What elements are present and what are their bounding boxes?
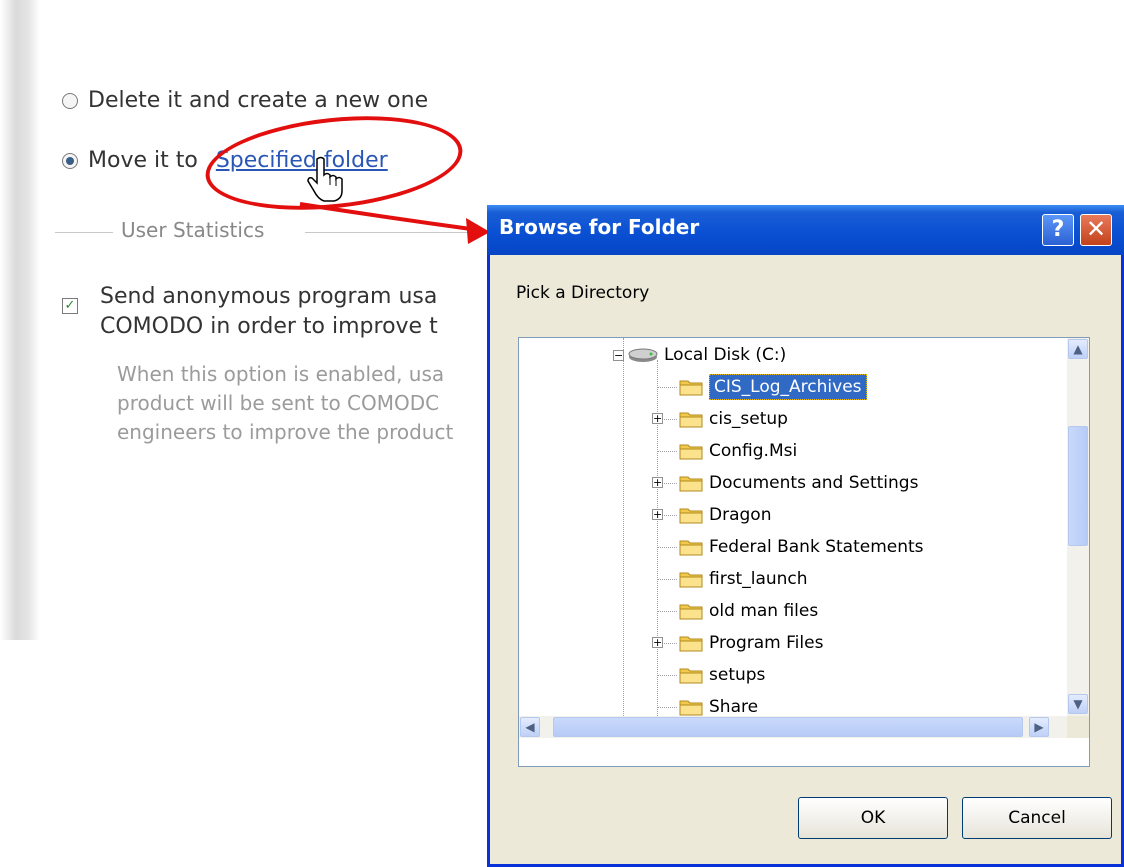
send-stats-line2: COMODO in order to improve t [100, 314, 438, 339]
tree-node-label: setups [709, 665, 766, 685]
tree-guide-connector [657, 579, 677, 580]
expand-icon[interactable]: + [652, 477, 663, 488]
send-stats-text: Send anonymous program usa COMODO in ord… [100, 282, 438, 342]
tree-guide-connector [657, 675, 677, 676]
tree-node-label: Local Disk (C:) [664, 345, 787, 365]
delete-option-row[interactable]: Delete it and create a new one [62, 88, 428, 113]
tree-node-label: cis_setup [709, 409, 788, 429]
tree-node-folder[interactable]: first_launch [679, 564, 808, 594]
help-button[interactable]: ? [1042, 214, 1074, 246]
tree-guide-connector [657, 611, 677, 612]
folder-icon [679, 604, 703, 620]
tree-guide-connector [657, 387, 677, 388]
folder-icon [679, 476, 703, 492]
close-button[interactable]: ✕ [1080, 214, 1112, 246]
folder-tree-viewport: − Local Disk (C:) CIS_Log_Archives + cis_s… [519, 338, 1067, 716]
scroll-corner [1067, 716, 1089, 738]
tree-node-folder[interactable]: Federal Bank Statements [679, 532, 924, 562]
desc-line2: product will be sent to COMODC [117, 391, 440, 415]
browse-for-folder-dialog: Browse for Folder ? ✕ Pick a Directory −… [487, 205, 1124, 867]
tree-node-folder[interactable]: + Program Files [652, 628, 824, 658]
folder-icon [679, 636, 703, 652]
tree-node-label: Federal Bank Statements [709, 537, 924, 557]
move-radio[interactable] [62, 152, 78, 169]
tree-node-label: old man files [709, 601, 819, 621]
folder-tree[interactable]: − Local Disk (C:) CIS_Log_Archives + cis_s… [518, 337, 1090, 767]
folder-icon [679, 412, 703, 428]
expand-icon[interactable]: + [652, 637, 663, 648]
log-size-input[interactable]: 20 [372, 6, 487, 48]
tree-node-folder[interactable]: Share [679, 692, 758, 716]
tree-node-folder[interactable]: CIS_Log_Archives [679, 372, 867, 402]
folder-icon [679, 444, 703, 460]
delete-radio[interactable] [62, 92, 78, 109]
folder-icon [679, 572, 703, 588]
stats-description: When this option is enabled, usa product… [117, 360, 453, 447]
folder-icon [679, 668, 703, 684]
expand-icon[interactable]: + [652, 509, 663, 520]
collapse-icon[interactable]: − [613, 349, 624, 361]
section-divider-right [305, 232, 495, 233]
dialog-prompt: Pick a Directory [516, 283, 650, 303]
tree-guide-connector [657, 707, 677, 708]
dialog-title: Browse for Folder [499, 215, 700, 239]
folder-icon [679, 508, 703, 524]
tree-guide-connector [657, 547, 677, 548]
tree-node-label: Program Files [709, 633, 824, 653]
tree-node-label: Share [709, 697, 759, 716]
move-option-label: Move it to [88, 148, 198, 173]
tree-node-root[interactable]: − Local Disk (C:) [613, 340, 786, 370]
cancel-button[interactable]: Cancel [962, 797, 1112, 839]
log-size-label: If log file's size exceeds [62, 16, 299, 40]
scroll-right-button[interactable]: ▶ [1029, 717, 1049, 737]
tree-node-label: CIS_Log_Archives [709, 374, 867, 400]
folder-icon [679, 380, 703, 396]
expand-icon[interactable]: + [652, 413, 663, 424]
tree-node-label: Config.Msi [709, 441, 798, 461]
tree-guide-connector [657, 451, 677, 452]
scroll-down-button[interactable]: ▼ [1068, 694, 1088, 714]
tree-node-folder[interactable]: setups [679, 660, 765, 690]
vertical-scroll-thumb[interactable] [1068, 426, 1088, 546]
tree-node-label: Dragon [709, 505, 772, 525]
delete-option-label: Delete it and create a new one [88, 88, 429, 113]
section-title: User Statistics [121, 218, 265, 242]
horizontal-scrollbar[interactable]: ◀ ▶ [519, 716, 1067, 738]
tree-node-folder[interactable]: + Documents and Settings [652, 468, 919, 498]
vertical-scrollbar[interactable]: ▲ ▼ [1067, 338, 1089, 716]
dialog-titlebar: Browse for Folder ? ✕ [487, 205, 1124, 255]
tree-node-folder[interactable]: Config.Msi [679, 436, 797, 466]
desc-line1: When this option is enabled, usa [117, 362, 445, 386]
horizontal-scroll-thumb[interactable] [553, 717, 1023, 737]
tree-node-folder[interactable]: old man files [679, 596, 818, 626]
send-stats-checkbox[interactable]: ✓ [62, 298, 78, 314]
tree-node-label: Documents and Settings [709, 473, 919, 493]
folder-icon [679, 700, 703, 716]
scroll-left-button[interactable]: ◀ [520, 717, 540, 737]
tree-node-folder[interactable]: + Dragon [652, 500, 772, 530]
tree-node-folder[interactable]: + cis_setup [652, 404, 788, 434]
section-divider-left [55, 232, 113, 233]
user-statistics-section: User Statistics [55, 218, 495, 246]
tree-guide-line [623, 338, 624, 716]
send-stats-line1: Send anonymous program usa [100, 284, 438, 309]
folder-icon [679, 540, 703, 556]
hand-cursor-icon [307, 156, 343, 202]
ok-button[interactable]: OK [798, 797, 948, 839]
log-size-unit: MB [502, 16, 533, 40]
scroll-up-button[interactable]: ▲ [1068, 339, 1088, 359]
desc-line3: engineers to improve the product [117, 420, 454, 444]
tree-node-label: first_launch [709, 569, 808, 589]
hard-drive-icon [628, 348, 658, 362]
